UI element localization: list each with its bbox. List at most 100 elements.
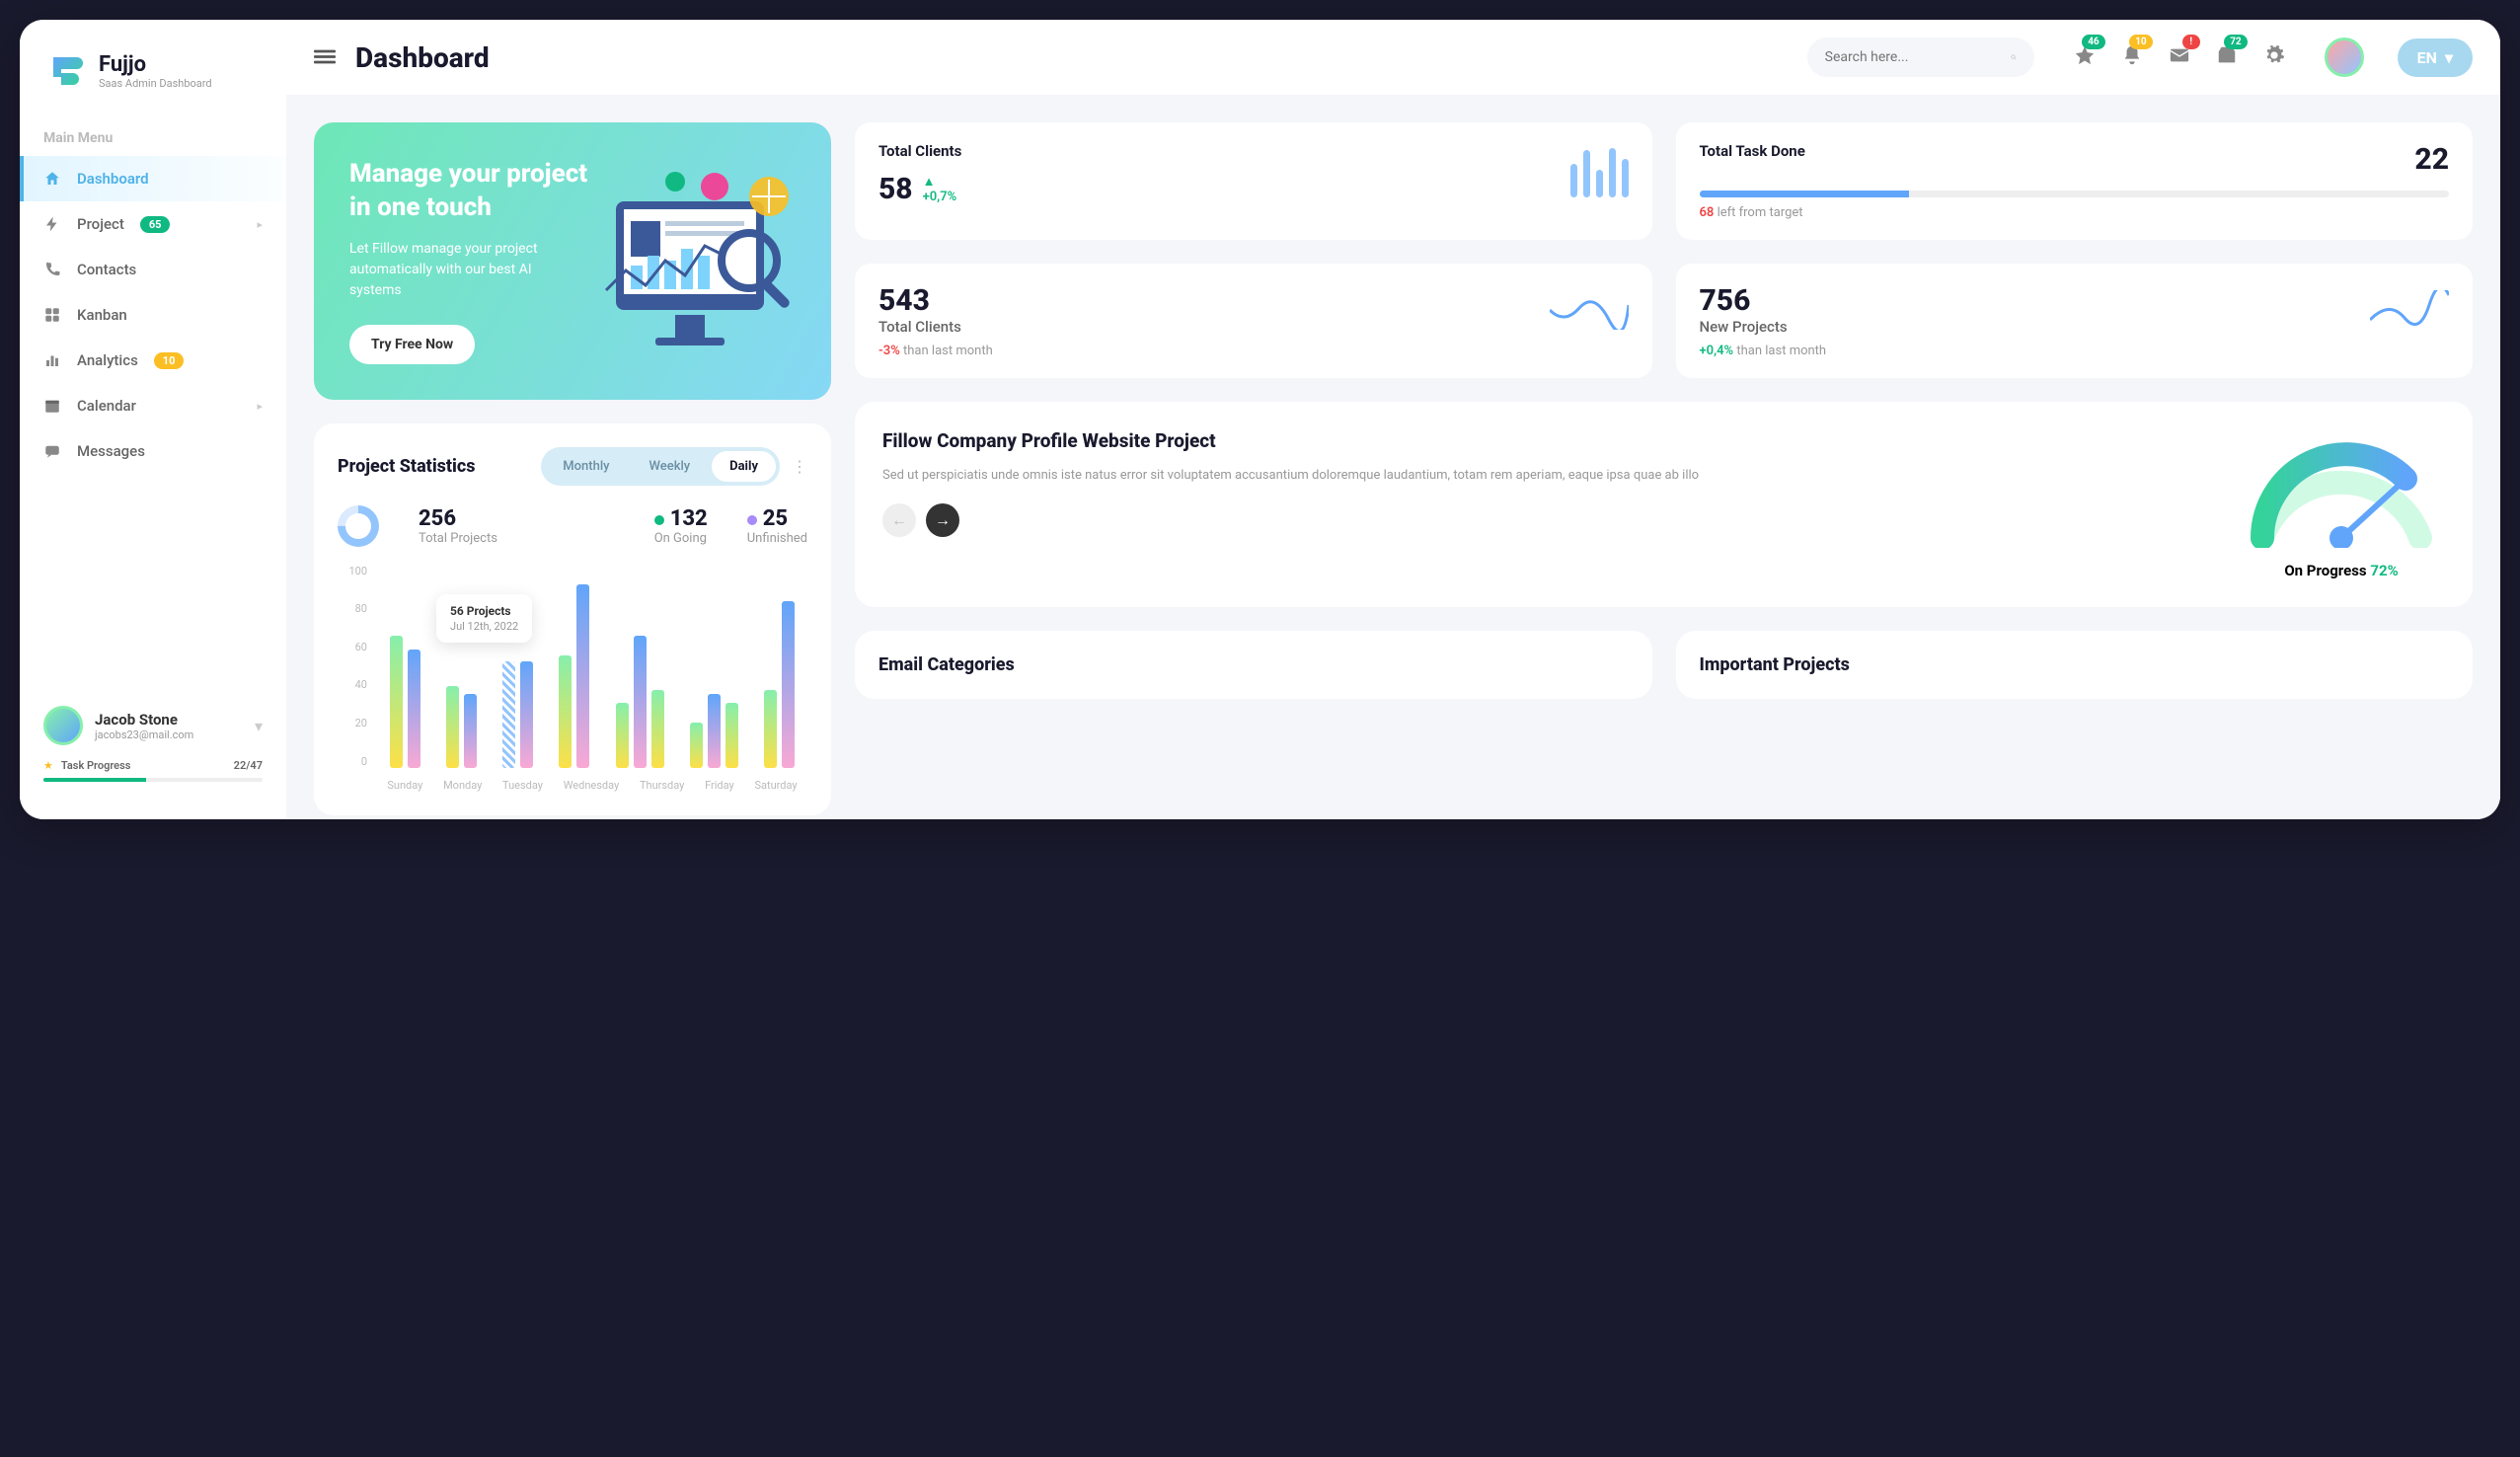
- chevron-down-icon: ▾: [2445, 48, 2453, 67]
- menu-toggle-icon[interactable]: [314, 46, 336, 68]
- sidebar-item-analytics[interactable]: Analytics 10: [20, 338, 286, 383]
- trend-indicator: ▲+0,7%: [923, 174, 957, 204]
- section-title: Email Categories: [878, 654, 1629, 675]
- nav-label: Project: [77, 215, 124, 233]
- calendar-icon: [43, 397, 61, 415]
- chevron-right-icon: ▸: [257, 400, 263, 413]
- trend-text: than last month: [900, 344, 993, 358]
- trend-pct: +0,4%: [1700, 344, 1734, 358]
- tab-daily[interactable]: Daily: [712, 451, 776, 482]
- logo-icon: [43, 49, 87, 93]
- stat-label: Total Clients: [878, 318, 961, 336]
- phone-icon: [43, 261, 61, 278]
- nav-label: Messages: [77, 442, 145, 460]
- gear-icon: [2263, 44, 2285, 66]
- sidebar-item-dashboard[interactable]: Dashboard: [20, 156, 286, 201]
- email-categories-card: Email Categories: [855, 631, 1652, 699]
- section-title: Important Projects: [1700, 654, 2450, 675]
- more-options-button[interactable]: ⋮: [792, 457, 807, 476]
- stat-value: 22: [2414, 142, 2449, 177]
- language-selector[interactable]: EN ▾: [2398, 38, 2473, 77]
- brand-logo[interactable]: Fujjo Saas Admin Dashboard: [20, 39, 286, 116]
- page-title: Dashboard: [355, 41, 490, 74]
- nav-label: Contacts: [77, 261, 136, 278]
- next-button[interactable]: →: [926, 503, 959, 537]
- badge: 10: [2129, 35, 2152, 49]
- user-name: Jacob Stone: [95, 711, 193, 728]
- stat-label: Total Clients: [878, 142, 961, 160]
- sidebar-item-messages[interactable]: Messages: [20, 428, 286, 474]
- trend-text: than last month: [1733, 344, 1826, 358]
- nav-label: Kanban: [77, 306, 127, 324]
- messages-button[interactable]: !: [2169, 44, 2190, 70]
- profile-description: Sed ut perspiciatis unde omnis iste natu…: [882, 466, 2214, 487]
- user-avatar[interactable]: [2325, 38, 2364, 77]
- bolt-icon: [43, 215, 61, 233]
- notifications-button[interactable]: 10: [2121, 44, 2143, 70]
- gauge-percent: 72%: [2370, 562, 2398, 579]
- settings-button[interactable]: [2263, 44, 2285, 70]
- progress-bar: [43, 778, 263, 782]
- stat-total-clients-2: 543 Total Clients -3% than last month: [855, 264, 1652, 378]
- stat-value: 543: [878, 283, 961, 318]
- brand-name: Fujjo: [99, 52, 212, 77]
- home-icon: [43, 170, 61, 188]
- sidebar-item-calendar[interactable]: Calendar ▸: [20, 383, 286, 428]
- tab-monthly[interactable]: Monthly: [545, 451, 627, 482]
- badge: !: [2182, 35, 2200, 49]
- sparkline: [1550, 290, 1629, 330]
- tooltip-title: 56 Projects: [450, 604, 518, 618]
- hero-illustration: [576, 162, 813, 359]
- favorites-button[interactable]: 46: [2074, 44, 2096, 70]
- sidebar-item-project[interactable]: Project 65 ▸: [20, 201, 286, 247]
- unfinished-value: 25: [763, 506, 788, 531]
- user-profile[interactable]: Jacob Stone jacobs23@mail.com ▾: [43, 706, 263, 745]
- prev-button[interactable]: ←: [882, 503, 916, 537]
- bar-chart: 100806040200 SundayMondayTuesdayWednesda…: [338, 565, 807, 792]
- chart-tooltip: 56 Projects Jul 12th, 2022: [436, 594, 532, 643]
- search-input[interactable]: [1825, 49, 2001, 65]
- card-title: Project Statistics: [338, 456, 476, 477]
- stat-label: New Projects: [1700, 318, 1788, 336]
- hero-description: Let Fillow manage your project automatic…: [349, 239, 586, 301]
- user-email: jacobs23@mail.com: [95, 728, 193, 741]
- mini-bar-chart: [1570, 142, 1629, 197]
- sidebar-item-contacts[interactable]: Contacts: [20, 247, 286, 292]
- tooltip-date: Jul 12th, 2022: [450, 620, 518, 633]
- trend-pct: -3%: [878, 344, 900, 358]
- stat-total-clients: Total Clients 58 ▲+0,7%: [855, 122, 1652, 240]
- nav-badge: 10: [154, 352, 185, 369]
- grid-icon: [43, 306, 61, 324]
- menu-heading: Main Menu: [20, 116, 286, 156]
- try-free-button[interactable]: Try Free Now: [349, 325, 475, 364]
- search-box[interactable]: [1807, 38, 2034, 77]
- nav-label: Dashboard: [77, 170, 149, 188]
- ongoing-value: 132: [670, 506, 708, 531]
- stat-label: Total Task Done: [1700, 142, 1805, 160]
- total-projects-value: 256: [419, 506, 497, 531]
- badge: 46: [2082, 35, 2104, 49]
- important-projects-card: Important Projects: [1676, 631, 2474, 699]
- nav-badge: 65: [140, 216, 171, 233]
- progress-bar: [1700, 191, 2450, 197]
- project-statistics-card: Project Statistics Monthly Weekly Daily …: [314, 423, 831, 815]
- lang-label: EN: [2417, 48, 2437, 67]
- hero-banner: Manage your project in one touch Let Fil…: [314, 122, 831, 400]
- inbox-button[interactable]: 72: [2216, 44, 2238, 70]
- profile-title: Fillow Company Profile Website Project: [882, 429, 2214, 454]
- avatar: [43, 706, 83, 745]
- progress-label: Task Progress: [61, 759, 131, 772]
- search-icon: [2011, 47, 2017, 67]
- sidebar-item-kanban[interactable]: Kanban: [20, 292, 286, 338]
- period-tabs: Monthly Weekly Daily: [541, 447, 780, 486]
- nav-label: Analytics: [77, 351, 138, 369]
- message-icon: [43, 442, 61, 460]
- sparkline: [2370, 290, 2449, 330]
- stat-value: 756: [1700, 283, 1788, 318]
- left-text: left from target: [1714, 205, 1802, 220]
- total-projects-label: Total Projects: [419, 531, 497, 546]
- chevron-down-icon: ▾: [255, 717, 263, 735]
- gauge-chart: [2243, 429, 2440, 548]
- tab-weekly[interactable]: Weekly: [632, 451, 709, 482]
- ongoing-label: On Going: [654, 531, 708, 546]
